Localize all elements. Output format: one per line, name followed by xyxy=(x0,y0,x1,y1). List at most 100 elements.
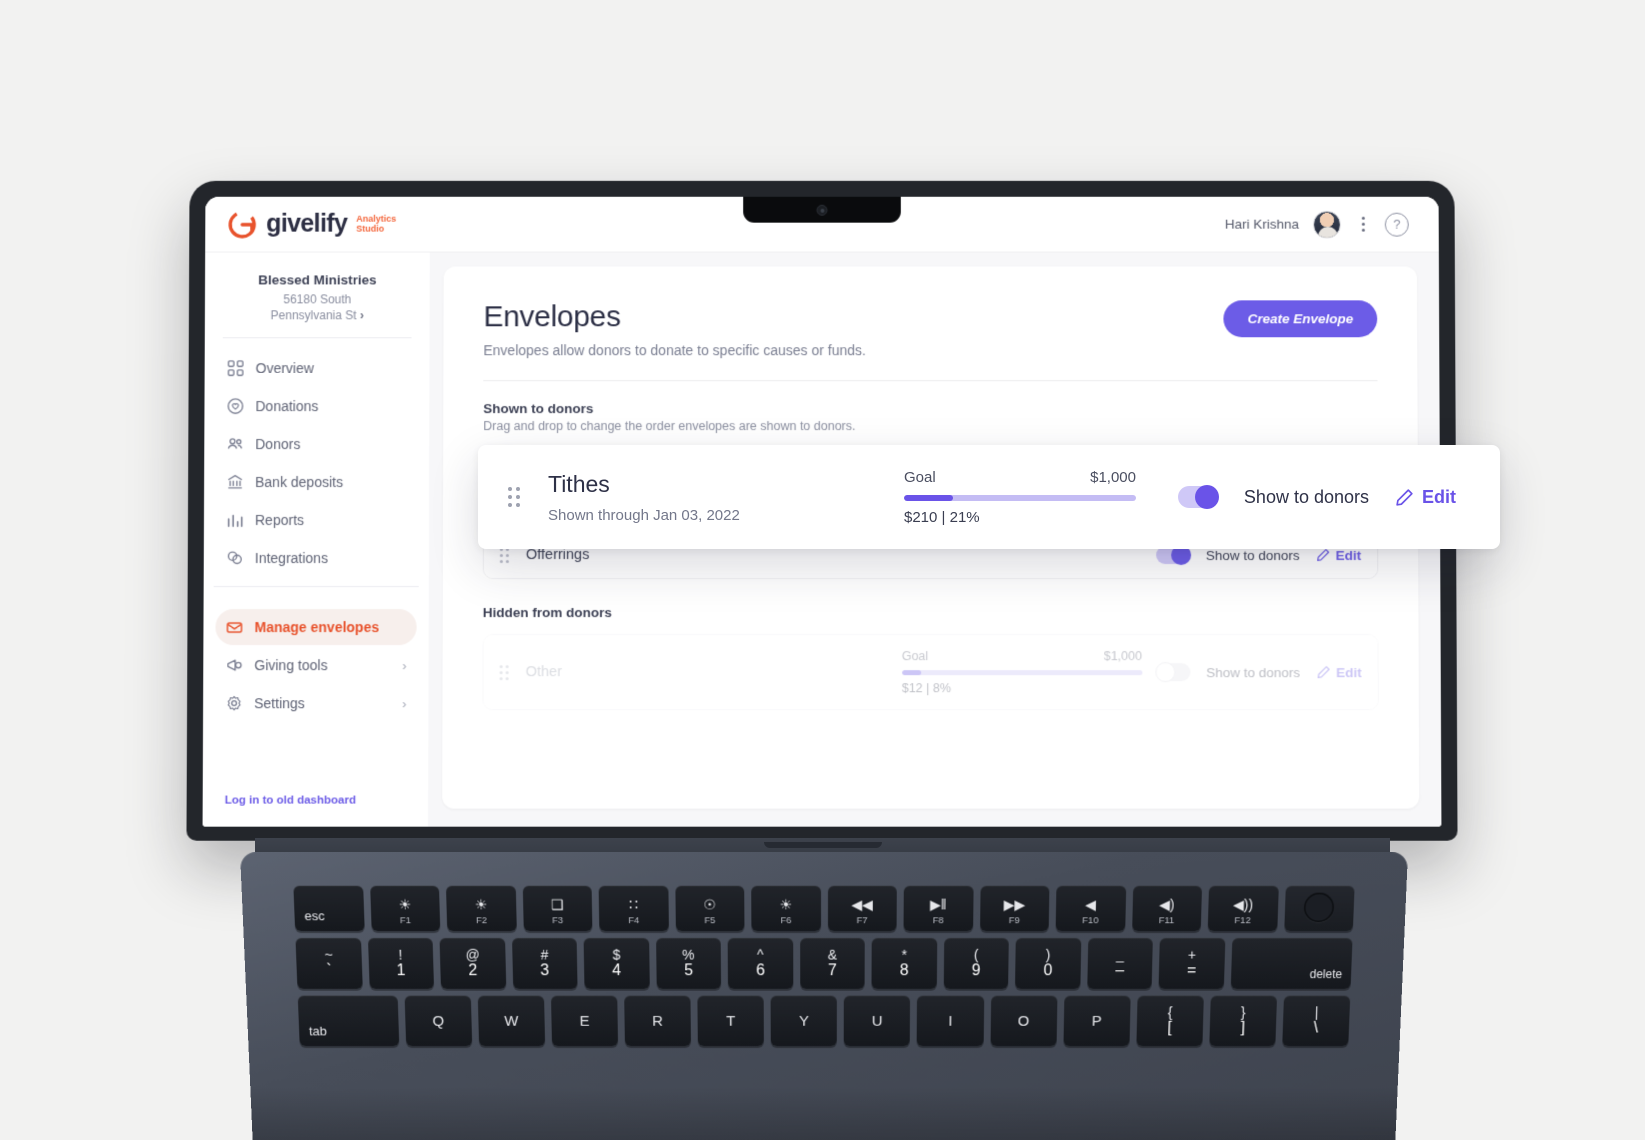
key-shift-label: * xyxy=(901,946,907,963)
avatar[interactable] xyxy=(1312,210,1341,239)
key-r[interactable]: R xyxy=(624,995,692,1047)
drag-handle-icon[interactable] xyxy=(499,664,512,680)
key-=[interactable]: + = xyxy=(1158,937,1226,989)
user-name: Hari Krishna xyxy=(1224,216,1300,232)
edit-label: Edit xyxy=(1422,486,1456,507)
keyboard: esc ☀ F1 ☀ F2 ❑ F3 ∷ F4 ☉ F5 ☀ F6 ◀◀ F7 ▶‖ F8 ▶▶ F9 ◀ F10 ◀) F… xyxy=(293,885,1355,1047)
show-to-donors-toggle[interactable] xyxy=(1155,662,1191,683)
key-label: 0 xyxy=(1043,962,1053,980)
key-f11[interactable]: ◀) F11 xyxy=(1131,885,1203,932)
key-6[interactable]: ^ 6 xyxy=(727,937,793,989)
key-3[interactable]: #3 xyxy=(511,937,578,989)
envelope-subtitle: Shown through Jan 03, 2022 xyxy=(548,506,740,524)
old-dashboard-link[interactable]: Log in to old dashboard xyxy=(225,795,356,807)
chevron-right-icon: › xyxy=(402,658,407,674)
key-label: tab xyxy=(308,1023,328,1039)
key-t[interactable]: T xyxy=(697,995,765,1047)
page-header: Envelopes Envelopes allow donors to dona… xyxy=(483,300,1378,358)
key-label: T xyxy=(726,1012,736,1030)
sidebar-item-donors[interactable]: Donors xyxy=(216,426,417,462)
key-8[interactable]: * 8 xyxy=(871,937,937,989)
key-fn-label: F9 xyxy=(1008,915,1020,927)
goal-progress-fill xyxy=(901,670,921,676)
key-f12[interactable]: ◀)) F12 xyxy=(1207,885,1279,932)
key-e[interactable]: E xyxy=(550,995,619,1047)
key-0[interactable]: ) 0 xyxy=(1015,937,1082,989)
key-q[interactable]: Q xyxy=(404,995,472,1047)
sidebar-item-manage-envelopes[interactable]: Manage envelopes xyxy=(215,609,417,646)
key-glyph: ▶‖ xyxy=(929,896,947,912)
key-o[interactable]: O xyxy=(990,995,1058,1047)
key-touch-id[interactable] xyxy=(1283,885,1355,932)
key-][interactable]: }] xyxy=(1209,995,1278,1047)
row-actions: Show to donors Edit xyxy=(1155,662,1362,683)
drag-handle-icon[interactable] xyxy=(508,487,522,507)
key-5[interactable]: % 5 xyxy=(655,937,722,989)
key-f8[interactable]: ▶‖ F8 xyxy=(903,885,974,932)
edit-button[interactable]: Edit xyxy=(1316,665,1362,680)
kebab-menu-icon[interactable] xyxy=(1355,215,1371,233)
key-1[interactable]: ! 1 xyxy=(367,937,435,989)
key-f1[interactable]: ☀ F1 xyxy=(369,885,441,932)
goal-progress-bar xyxy=(904,494,1136,501)
edit-button[interactable]: Edit xyxy=(1316,547,1362,563)
sidebar-footer: Log in to old dashboard xyxy=(203,791,429,815)
sidebar-item-reports[interactable]: Reports xyxy=(216,502,417,538)
key-label: delete xyxy=(1309,967,1343,982)
key-shift-label: ( xyxy=(973,946,979,963)
key-label: W xyxy=(504,1012,519,1030)
key-\[interactable]: | \ xyxy=(1282,995,1351,1047)
key-9[interactable]: (9 xyxy=(943,937,1009,989)
sidebar: Blessed Ministries 56180 South Pennsylva… xyxy=(202,252,430,827)
key-shift-label: $ xyxy=(612,946,621,963)
key-2[interactable]: @2 xyxy=(439,937,506,989)
key-p[interactable]: P xyxy=(1063,995,1131,1047)
key-w[interactable]: W xyxy=(477,995,545,1047)
key-label: – xyxy=(1115,962,1125,980)
key-[[interactable]: {[ xyxy=(1136,995,1204,1047)
edit-button[interactable]: Edit xyxy=(1395,487,1456,508)
key-fn-label: F8 xyxy=(932,915,944,927)
sidebar-item-settings[interactable]: Settings › xyxy=(215,686,416,722)
sidebar-item-donations[interactable]: Donations xyxy=(216,389,417,425)
org-address: 56180 South Pennsylvania St › xyxy=(270,292,364,323)
key-y[interactable]: Y xyxy=(770,995,838,1047)
key-i[interactable]: I xyxy=(917,995,984,1047)
key-f2[interactable]: ☀ F2 xyxy=(445,885,517,932)
key-f10[interactable]: ◀ F10 xyxy=(1055,885,1126,932)
brand-logo[interactable]: givelify Analytics Studio xyxy=(227,209,396,239)
keyboard-number-row: ~ `! 1 @2 #3 $4% 5 ^ 6 & 7 * 8(9) 0 _ – + = delete xyxy=(295,937,1353,989)
toggle-label: Show to donors xyxy=(1243,486,1369,507)
pencil-icon xyxy=(1396,488,1413,506)
key-f4[interactable]: ∷ F4 xyxy=(598,885,669,932)
edit-label: Edit xyxy=(1335,547,1362,563)
tithes-envelope-card[interactable]: Tithes Shown through Jan 03, 2022 Goal $… xyxy=(478,445,1500,549)
key-label: U xyxy=(871,1012,883,1030)
key-esc[interactable]: esc xyxy=(293,885,365,932)
sidebar-item-overview[interactable]: Overview xyxy=(217,351,418,387)
show-to-donors-toggle[interactable] xyxy=(1177,485,1219,509)
key-glyph: ☀ xyxy=(779,896,793,912)
create-envelope-button[interactable]: Create Envelope xyxy=(1223,300,1378,338)
sidebar-item-integrations[interactable]: Integrations xyxy=(216,540,417,576)
sidebar-item-bank-deposits[interactable]: Bank deposits xyxy=(216,464,417,500)
key-tab[interactable]: tab xyxy=(297,995,399,1047)
key-7[interactable]: & 7 xyxy=(799,937,865,989)
table-row[interactable]: Other Goal $1,000 $12 | 8% Show to donor… xyxy=(483,635,1378,710)
keyboard-letter-row: tab Q W E R T Y U I O P {[}] | \ xyxy=(297,995,1351,1047)
sidebar-item-giving-tools[interactable]: Giving tools › xyxy=(215,647,416,683)
drag-handle-icon[interactable] xyxy=(499,547,512,563)
key-–[interactable]: _ – xyxy=(1086,937,1154,989)
key-label: P xyxy=(1091,1012,1102,1030)
key-f3[interactable]: ❑ F3 xyxy=(522,885,593,932)
help-icon[interactable]: ? xyxy=(1384,212,1409,237)
key-delete[interactable]: delete xyxy=(1230,937,1353,989)
key-f7[interactable]: ◀◀ F7 xyxy=(827,885,897,932)
key-f9[interactable]: ▶▶ F9 xyxy=(979,885,1050,932)
key-f6[interactable]: ☀ F6 xyxy=(751,885,821,932)
key-u[interactable]: U xyxy=(844,995,911,1047)
key-4[interactable]: $4 xyxy=(583,937,650,989)
org-switcher[interactable]: Blessed Ministries 56180 South Pennsylva… xyxy=(205,268,430,337)
key-`[interactable]: ~ ` xyxy=(295,937,363,989)
key-f5[interactable]: ☉ F5 xyxy=(674,885,745,932)
